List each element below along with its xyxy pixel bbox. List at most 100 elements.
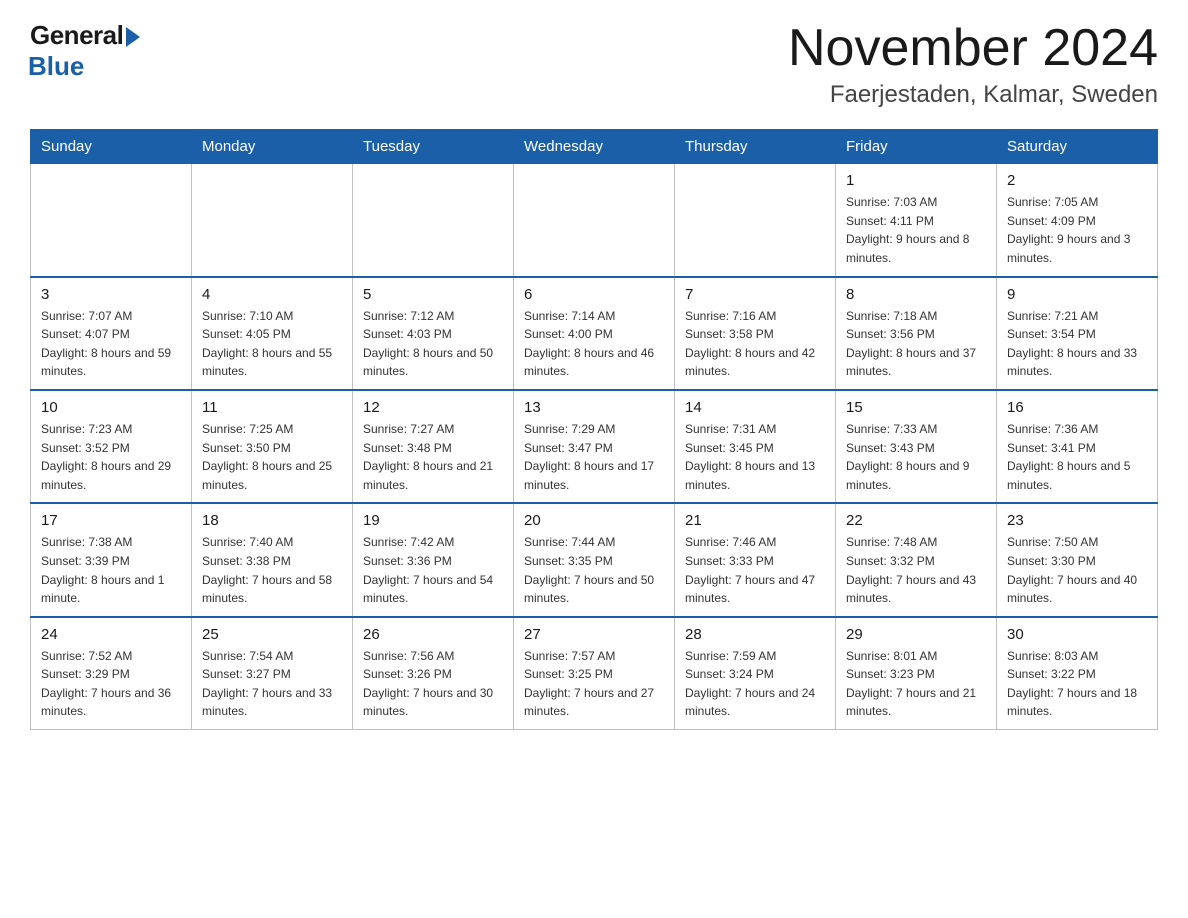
calendar-cell: 16Sunrise: 7:36 AMSunset: 3:41 PMDayligh… [997,390,1158,503]
header-cell-wednesday: Wednesday [514,130,675,164]
day-number: 14 [685,399,825,416]
header-cell-tuesday: Tuesday [353,130,514,164]
header-row: SundayMondayTuesdayWednesdayThursdayFrid… [31,130,1158,164]
calendar-cell [192,164,353,277]
calendar-cell: 8 Sunrise: 7:18 AMSunset: 3:56 PMDaylight… [836,277,997,390]
day-info: Sunrise: 7:40 AMSunset: 3:38 PMDaylight:… [202,533,342,607]
calendar-cell: 18 Sunrise: 7:40 AMSunset: 3:38 PMDayligh… [192,503,353,616]
day-number: 18 [202,512,342,529]
day-info: Sunrise: 7:25 AMSunset: 3:50 PMDaylight:… [202,420,342,494]
day-info: Sunrise: 7:33 AMSunset: 3:43 PMDaylight:… [846,420,986,494]
logo-triangle-icon [126,27,140,47]
logo: General Blue [30,20,140,82]
day-info: Sunrise: 8:01 AMSunset: 3:23 PMDaylight:… [846,647,986,721]
day-info: Sunrise: 7:42 AMSunset: 3:36 PMDaylight:… [363,533,503,607]
day-number: 17 [41,512,181,529]
day-number: 29 [846,626,986,643]
day-number: 12 [363,399,503,416]
day-info: Sunrise: 7:07 AMSunset: 4:07 PMDaylight:… [41,307,181,381]
calendar-cell: 25 Sunrise: 7:54 AMSunset: 3:27 PMDayligh… [192,617,353,730]
day-info: Sunrise: 7:52 AMSunset: 3:29 PMDaylight:… [41,647,181,721]
title-block: November 2024 Faerjestaden, Kalmar, Swed… [788,20,1158,109]
day-info: Sunrise: 7:57 AMSunset: 3:25 PMDaylight:… [524,647,664,721]
calendar-cell: 1 Sunrise: 7:03 AMSunset: 4:11 PMDaylight… [836,164,997,277]
day-number: 1 [846,172,986,189]
day-number: 7 [685,286,825,303]
calendar-week-4: 17Sunrise: 7:38 AMSunset: 3:39 PMDayligh… [31,503,1158,616]
day-number: 15 [846,399,986,416]
calendar-week-1: 1 Sunrise: 7:03 AMSunset: 4:11 PMDaylight… [31,164,1158,277]
day-info: Sunrise: 8:03 AMSunset: 3:22 PMDaylight:… [1007,647,1147,721]
header-cell-friday: Friday [836,130,997,164]
day-info: Sunrise: 7:29 AMSunset: 3:47 PMDaylight:… [524,420,664,494]
day-number: 11 [202,399,342,416]
calendar-cell: 17Sunrise: 7:38 AMSunset: 3:39 PMDayligh… [31,503,192,616]
day-number: 30 [1007,626,1147,643]
day-number: 28 [685,626,825,643]
calendar-cell: 14 Sunrise: 7:31 AMSunset: 3:45 PMDayligh… [675,390,836,503]
day-info: Sunrise: 7:54 AMSunset: 3:27 PMDaylight:… [202,647,342,721]
day-info: Sunrise: 7:18 AMSunset: 3:56 PMDaylight:… [846,307,986,381]
calendar-cell: 28 Sunrise: 7:59 AMSunset: 3:24 PMDayligh… [675,617,836,730]
day-number: 24 [41,626,181,643]
calendar-cell: 23Sunrise: 7:50 AMSunset: 3:30 PMDayligh… [997,503,1158,616]
day-number: 21 [685,512,825,529]
day-number: 8 [846,286,986,303]
header-cell-monday: Monday [192,130,353,164]
day-info: Sunrise: 7:05 AMSunset: 4:09 PMDaylight:… [1007,193,1147,267]
calendar-body: 1 Sunrise: 7:03 AMSunset: 4:11 PMDaylight… [31,164,1158,730]
day-info: Sunrise: 7:56 AMSunset: 3:26 PMDaylight:… [363,647,503,721]
day-info: Sunrise: 7:46 AMSunset: 3:33 PMDaylight:… [685,533,825,607]
calendar-week-3: 10 Sunrise: 7:23 AMSunset: 3:52 PMDayligh… [31,390,1158,503]
calendar-cell: 15 Sunrise: 7:33 AMSunset: 3:43 PMDayligh… [836,390,997,503]
day-info: Sunrise: 7:59 AMSunset: 3:24 PMDaylight:… [685,647,825,721]
calendar-cell: 30 Sunrise: 8:03 AMSunset: 3:22 PMDayligh… [997,617,1158,730]
day-number: 22 [846,512,986,529]
calendar-cell: 27 Sunrise: 7:57 AMSunset: 3:25 PMDayligh… [514,617,675,730]
calendar-cell: 9Sunrise: 7:21 AMSunset: 3:54 PMDaylight… [997,277,1158,390]
day-info: Sunrise: 7:23 AMSunset: 3:52 PMDaylight:… [41,420,181,494]
day-info: Sunrise: 7:12 AMSunset: 4:03 PMDaylight:… [363,307,503,381]
day-number: 10 [41,399,181,416]
calendar-cell: 19Sunrise: 7:42 AMSunset: 3:36 PMDayligh… [353,503,514,616]
day-number: 27 [524,626,664,643]
calendar-table: SundayMondayTuesdayWednesdayThursdayFrid… [30,129,1158,730]
day-number: 16 [1007,399,1147,416]
day-info: Sunrise: 7:03 AMSunset: 4:11 PMDaylight:… [846,193,986,267]
day-info: Sunrise: 7:31 AMSunset: 3:45 PMDaylight:… [685,420,825,494]
calendar-cell: 13 Sunrise: 7:29 AMSunset: 3:47 PMDayligh… [514,390,675,503]
calendar-cell [353,164,514,277]
day-number: 2 [1007,172,1147,189]
calendar-cell: 21 Sunrise: 7:46 AMSunset: 3:33 PMDayligh… [675,503,836,616]
calendar-cell: 20 Sunrise: 7:44 AMSunset: 3:35 PMDayligh… [514,503,675,616]
calendar-cell: 24 Sunrise: 7:52 AMSunset: 3:29 PMDayligh… [31,617,192,730]
day-number: 13 [524,399,664,416]
logo-general-text: General [30,20,123,51]
calendar-cell: 10 Sunrise: 7:23 AMSunset: 3:52 PMDayligh… [31,390,192,503]
day-number: 5 [363,286,503,303]
day-info: Sunrise: 7:48 AMSunset: 3:32 PMDaylight:… [846,533,986,607]
logo-blue-text: Blue [28,51,84,82]
calendar-cell [675,164,836,277]
day-info: Sunrise: 7:44 AMSunset: 3:35 PMDaylight:… [524,533,664,607]
calendar-cell: 6Sunrise: 7:14 AMSunset: 4:00 PMDaylight… [514,277,675,390]
calendar-cell: 22 Sunrise: 7:48 AMSunset: 3:32 PMDayligh… [836,503,997,616]
day-info: Sunrise: 7:10 AMSunset: 4:05 PMDaylight:… [202,307,342,381]
calendar-cell: 7 Sunrise: 7:16 AMSunset: 3:58 PMDaylight… [675,277,836,390]
day-number: 3 [41,286,181,303]
calendar-subtitle: Faerjestaden, Kalmar, Sweden [788,81,1158,109]
day-number: 23 [1007,512,1147,529]
day-number: 20 [524,512,664,529]
calendar-cell [31,164,192,277]
calendar-cell: 2 Sunrise: 7:05 AMSunset: 4:09 PMDaylight… [997,164,1158,277]
calendar-cell: 4Sunrise: 7:10 AMSunset: 4:05 PMDaylight… [192,277,353,390]
header-cell-sunday: Sunday [31,130,192,164]
calendar-cell: 5 Sunrise: 7:12 AMSunset: 4:03 PMDaylight… [353,277,514,390]
calendar-cell: 11 Sunrise: 7:25 AMSunset: 3:50 PMDayligh… [192,390,353,503]
day-number: 25 [202,626,342,643]
day-info: Sunrise: 7:16 AMSunset: 3:58 PMDaylight:… [685,307,825,381]
calendar-cell: 26Sunrise: 7:56 AMSunset: 3:26 PMDayligh… [353,617,514,730]
page-header: General Blue November 2024 Faerjestaden,… [30,20,1158,109]
calendar-cell [514,164,675,277]
calendar-week-2: 3 Sunrise: 7:07 AMSunset: 4:07 PMDaylight… [31,277,1158,390]
